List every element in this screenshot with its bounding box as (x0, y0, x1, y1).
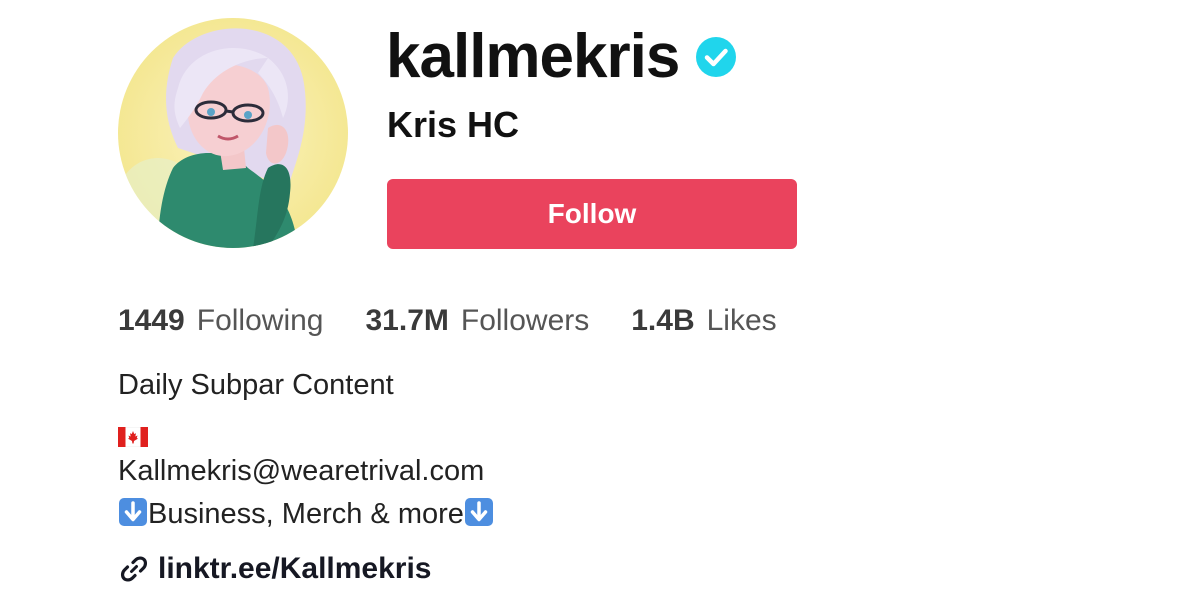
username-row: kallmekris (386, 22, 737, 92)
likes-count: 1.4B (631, 304, 695, 337)
stat-likes: 1.4B Likes (631, 300, 776, 342)
profile-link[interactable]: linktr.ee/Kallmekris (118, 549, 432, 589)
bio-business-text: Business, Merch & more (148, 498, 464, 530)
profile-stats: 1449 Following 31.7M Followers 1.4B Like… (118, 300, 819, 342)
canada-flag-icon (117, 417, 149, 448)
bio-line-email: Kallmekris@wearetrival.com (118, 455, 485, 487)
followers-label: Followers (460, 304, 590, 337)
stat-following[interactable]: 1449 Following (118, 300, 323, 342)
bio-line-tagline: Daily Subpar Content (118, 369, 394, 401)
down-arrow-emoji-icon (464, 497, 494, 527)
stat-followers[interactable]: 31.7M Followers (365, 300, 589, 342)
bio-line-flag (117, 407, 494, 450)
follow-button[interactable]: Follow (387, 179, 797, 249)
cartoon-avatar-image (118, 18, 348, 248)
username: kallmekris (386, 22, 680, 91)
following-count: 1449 (118, 304, 185, 337)
avatar[interactable] (118, 18, 348, 248)
link-icon (118, 553, 150, 585)
nickname: Kris HC (387, 104, 520, 145)
followers-count: 31.7M (365, 304, 449, 337)
verified-badge-icon (695, 36, 737, 78)
likes-label: Likes (706, 304, 777, 337)
bio: Daily Subpar Content Kallmekris@wearetri… (117, 364, 494, 536)
profile-link-text[interactable]: linktr.ee/Kallmekris (158, 552, 432, 586)
down-arrow-emoji-icon (118, 497, 148, 527)
following-label: Following (196, 304, 324, 337)
follow-button-label: Follow (547, 198, 637, 229)
bio-line-business: Business, Merch & more (118, 493, 494, 536)
